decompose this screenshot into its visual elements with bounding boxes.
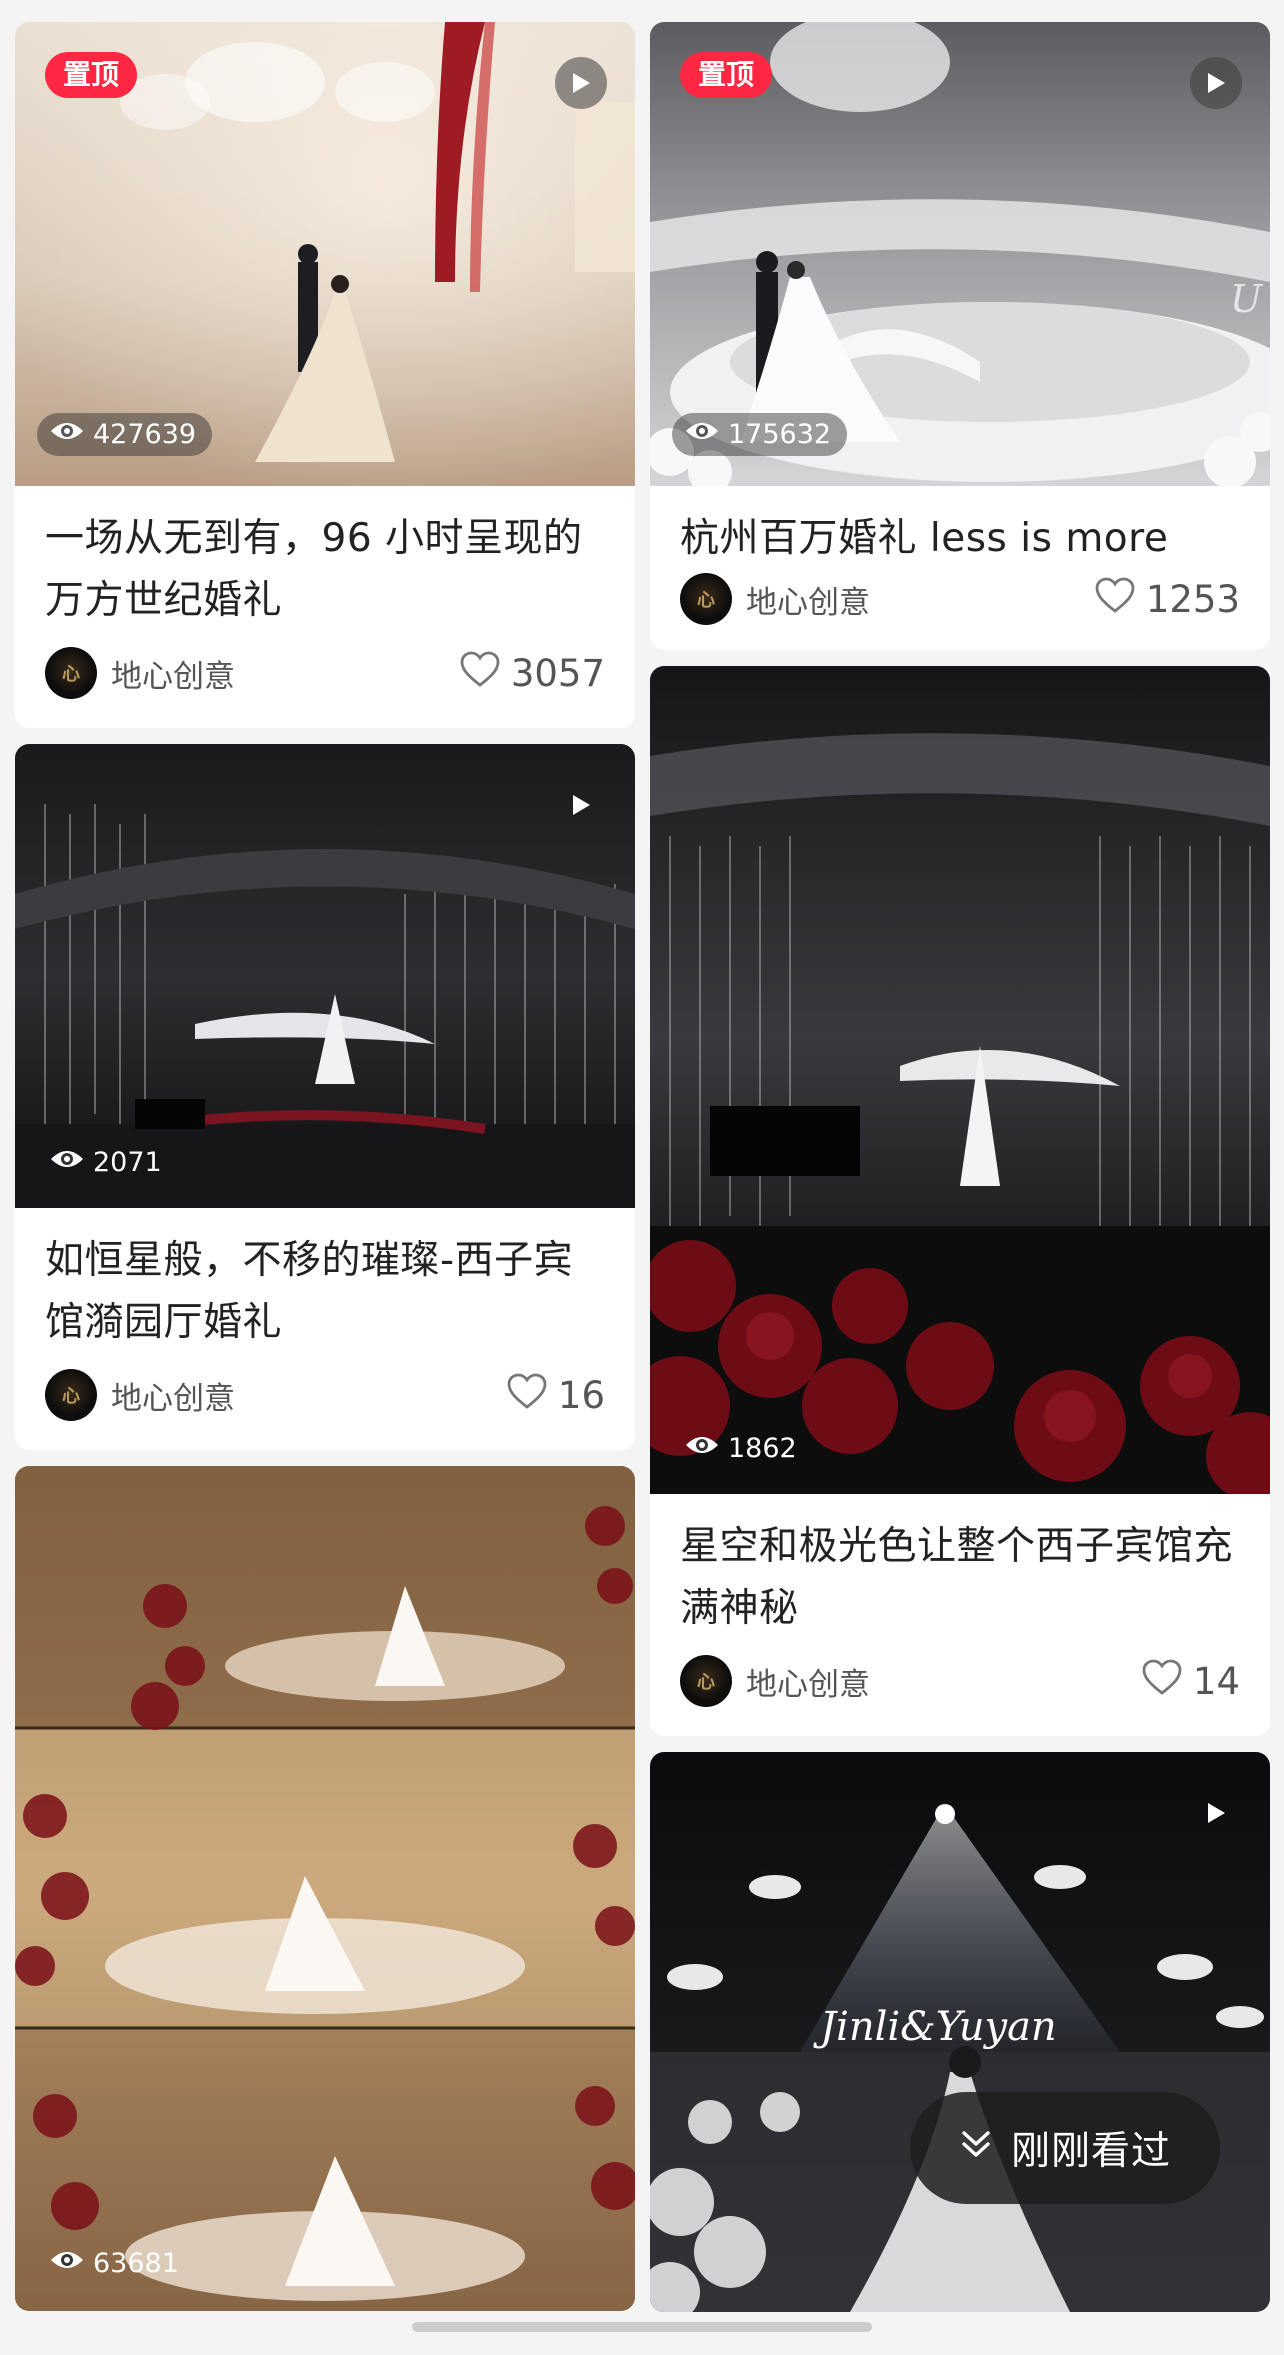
author[interactable]: 心 地心创意 xyxy=(45,647,235,699)
view-count-value: 175632 xyxy=(728,418,832,450)
like-button[interactable]: 16 xyxy=(506,1372,605,1419)
avatar[interactable]: 心 xyxy=(45,1369,97,1421)
author[interactable]: 心 地心创意 xyxy=(45,1369,235,1421)
video-thumbnail[interactable]: 2071 xyxy=(15,744,635,1208)
heart-icon[interactable] xyxy=(459,650,501,697)
eye-icon xyxy=(684,1433,720,1464)
author-name[interactable]: 地心创意 xyxy=(746,1659,870,1704)
image-thumbnail[interactable]: 63681 xyxy=(15,1466,635,2311)
chevron-down-double-icon xyxy=(959,2126,993,2171)
author-name[interactable]: 地心创意 xyxy=(746,577,870,622)
feed-card[interactable]: Jinli&Yuyan xyxy=(650,1752,1270,2312)
recently-viewed-button[interactable]: 刚刚看过 xyxy=(910,2092,1220,2204)
author-name[interactable]: 地心创意 xyxy=(111,651,235,696)
view-count-value: 427639 xyxy=(93,418,197,450)
view-count: 63681 xyxy=(37,2242,195,2285)
eye-icon xyxy=(49,1147,85,1178)
home-indicator[interactable] xyxy=(412,2322,872,2332)
eye-icon xyxy=(684,419,720,450)
recently-viewed-label: 刚刚看过 xyxy=(1010,2129,1171,2174)
author-name[interactable]: 地心创意 xyxy=(111,1373,235,1418)
play-icon[interactable] xyxy=(555,57,607,109)
image-thumbnail[interactable]: 1862 xyxy=(650,666,1270,1494)
card-meta: 心 地心创意 3057 xyxy=(15,632,635,728)
view-count-value: 63681 xyxy=(93,2247,179,2279)
play-icon[interactable] xyxy=(1190,57,1242,109)
avatar[interactable]: 心 xyxy=(680,1655,732,1707)
view-count-value: 1862 xyxy=(728,1432,797,1464)
avatar[interactable]: 心 xyxy=(45,647,97,699)
heart-icon[interactable] xyxy=(506,1372,548,1419)
card-title[interactable]: 杭州百万婚礼 less is more xyxy=(650,486,1270,570)
avatar[interactable]: 心 xyxy=(680,573,732,625)
like-count: 16 xyxy=(557,1373,605,1417)
feed-column-left: 置顶 427639 一场从无到有，96 小时呈现的万方世纪婚礼 心 地心创意 3… xyxy=(15,22,635,2327)
like-count: 3057 xyxy=(510,651,605,695)
feed-card[interactable]: 1862 星空和极光色让整个西子宾馆充满神秘 心 地心创意 14 xyxy=(650,666,1270,1736)
like-button[interactable]: 1253 xyxy=(1094,576,1240,623)
eye-icon xyxy=(49,2248,85,2279)
card-title[interactable]: 如恒星般，不移的璀璨-西子宾馆漪园厅婚礼 xyxy=(15,1208,635,1354)
feed-card[interactable]: 置顶 427639 一场从无到有，96 小时呈现的万方世纪婚礼 心 地心创意 3… xyxy=(15,22,635,728)
author[interactable]: 心 地心创意 xyxy=(680,573,870,625)
view-count: 427639 xyxy=(37,413,213,456)
view-count-value: 2071 xyxy=(93,1146,162,1178)
like-count: 14 xyxy=(1192,1659,1240,1703)
view-count: 175632 xyxy=(672,413,848,456)
card-title[interactable]: 一场从无到有，96 小时呈现的万方世纪婚礼 xyxy=(15,486,635,632)
heart-icon[interactable] xyxy=(1094,576,1136,623)
pinned-badge: 置顶 xyxy=(680,52,773,98)
pinned-badge: 置顶 xyxy=(45,52,138,98)
like-count: 1253 xyxy=(1145,577,1240,621)
svg-text:U: U xyxy=(1230,277,1264,321)
video-thumbnail[interactable]: 置顶 427639 xyxy=(15,22,635,486)
card-meta: 心 地心创意 14 xyxy=(650,1640,1270,1736)
feed-card[interactable]: 2071 如恒星般，不移的璀璨-西子宾馆漪园厅婚礼 心 地心创意 16 xyxy=(15,744,635,1450)
eye-icon xyxy=(49,419,85,450)
like-button[interactable]: 3057 xyxy=(459,650,605,697)
card-meta: 心 地心创意 16 xyxy=(15,1354,635,1450)
couple-names-text: Jinli&Yuyan xyxy=(813,2004,1057,2050)
like-button[interactable]: 14 xyxy=(1141,1658,1240,1705)
feed-card[interactable]: U 置顶 175632 杭州百万婚礼 less is more 心 地心创意 1… xyxy=(650,22,1270,650)
card-meta: 心 地心创意 1253 xyxy=(650,570,1270,650)
view-count: 2071 xyxy=(37,1141,178,1184)
card-title[interactable]: 星空和极光色让整个西子宾馆充满神秘 xyxy=(650,1494,1270,1640)
heart-icon[interactable] xyxy=(1141,1658,1183,1705)
feed-card[interactable]: 63681 xyxy=(15,1466,635,2311)
view-count: 1862 xyxy=(672,1427,813,1470)
author[interactable]: 心 地心创意 xyxy=(680,1655,870,1707)
play-icon[interactable] xyxy=(555,779,607,831)
play-icon[interactable] xyxy=(1190,1787,1242,1839)
golden-hall-collage-image xyxy=(15,1466,635,2311)
spotlight-stage-image: Jinli&Yuyan xyxy=(650,1752,1270,2312)
crystal-stage-image xyxy=(15,744,635,1208)
video-thumbnail[interactable]: Jinli&Yuyan xyxy=(650,1752,1270,2312)
feed-column-right: U 置顶 175632 杭州百万婚礼 less is more 心 地心创意 1… xyxy=(650,22,1270,2328)
starry-stage-image xyxy=(650,666,1270,1494)
video-thumbnail[interactable]: U 置顶 175632 xyxy=(650,22,1270,486)
